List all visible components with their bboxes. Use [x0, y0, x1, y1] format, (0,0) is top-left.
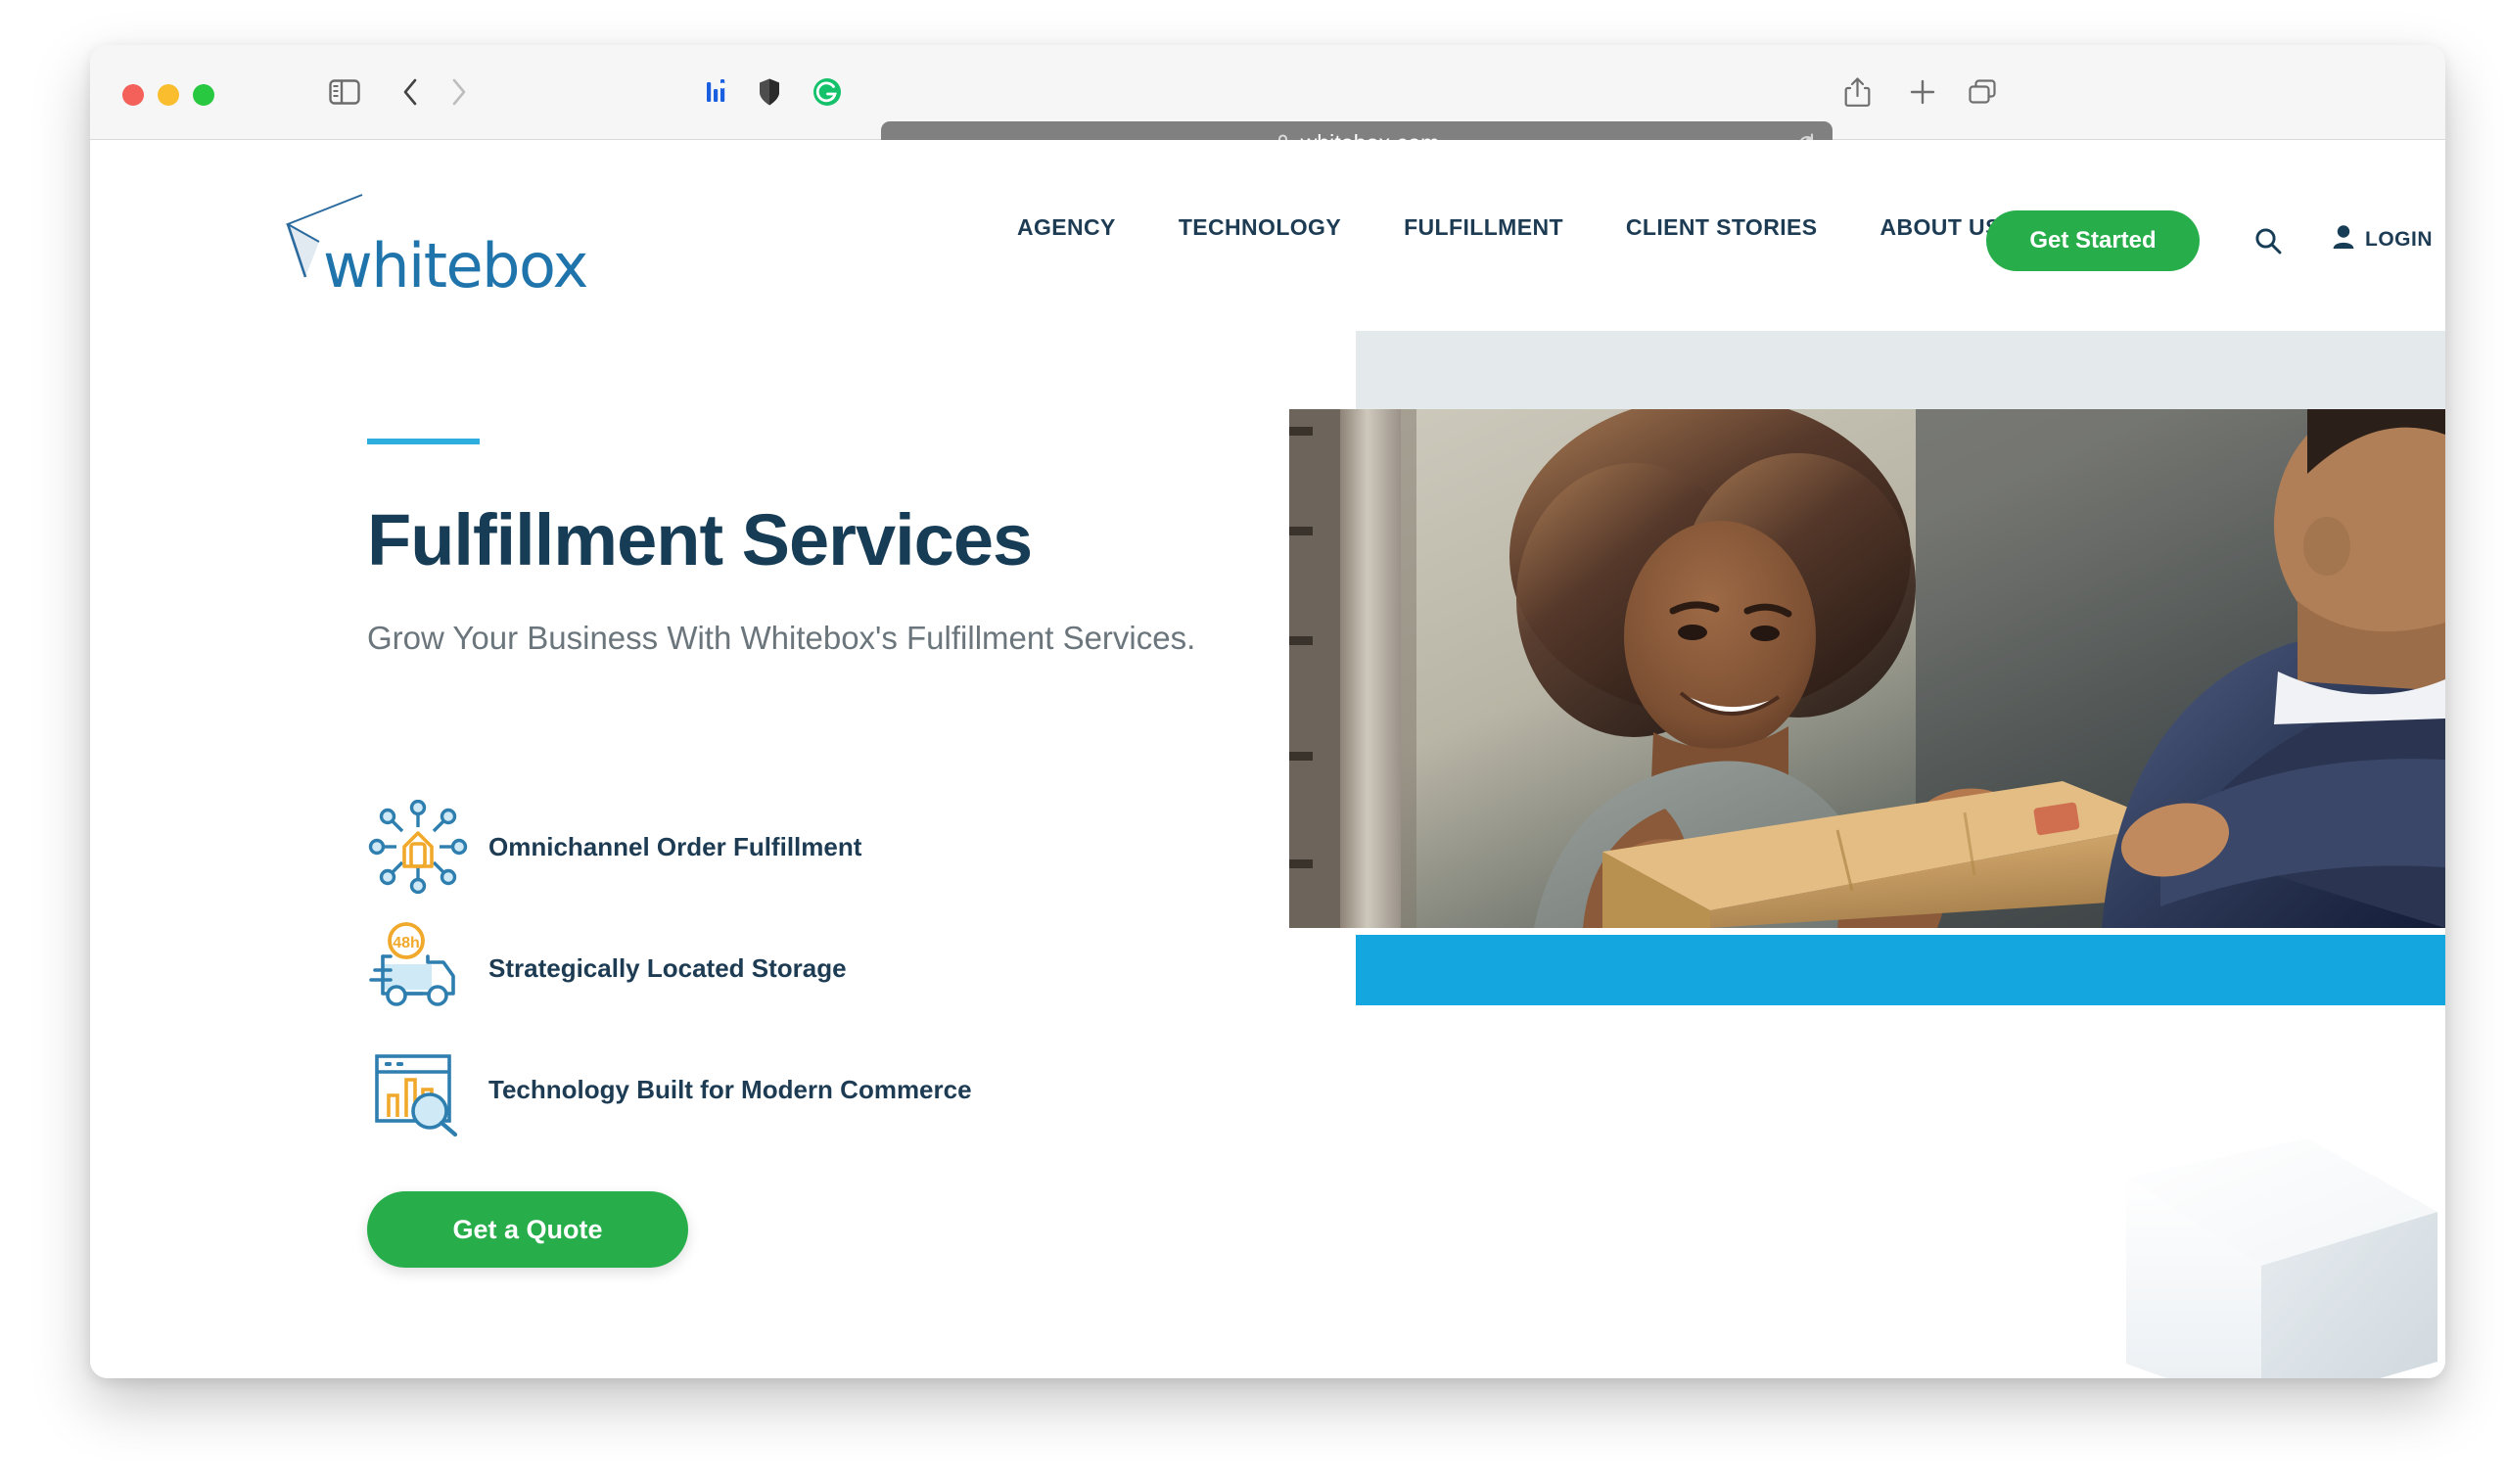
hero-photo [1289, 409, 2445, 928]
sidebar-toggle-icon[interactable] [329, 79, 360, 105]
maximize-window-button[interactable] [193, 84, 214, 106]
analytics-dashboard-icon [367, 1039, 485, 1140]
new-tab-icon[interactable] [1909, 78, 1936, 106]
close-window-button[interactable] [122, 84, 144, 106]
nav-item-technology[interactable]: TECHNOLOGY [1147, 214, 1372, 241]
tab-overview-icon[interactable] [1968, 78, 1997, 106]
feature-label: Omnichannel Order Fulfillment [488, 831, 862, 861]
shield-extension-icon[interactable] [758, 78, 781, 107]
site-logo[interactable]: whitebox [266, 191, 588, 301]
forward-arrow-icon[interactable] [448, 77, 468, 107]
page-title: Fulfillment Services [367, 499, 1033, 580]
back-arrow-icon[interactable] [401, 77, 421, 107]
feature-item-omnichannel: Omnichannel Order Fulfillment [367, 786, 1248, 907]
webpage-viewport: whitebox AGENCY TECHNOLOGY FULFILLMENT C… [90, 140, 2445, 1378]
omnichannel-network-icon [367, 796, 485, 898]
feature-list: Omnichannel Order Fulfillment 48h Strate… [367, 786, 1248, 1150]
feature-label: Strategically Located Storage [488, 952, 847, 983]
feature-label: Technology Built for Modern Commerce [488, 1074, 972, 1104]
feature-item-storage: 48h Strategically Located Storage [367, 907, 1248, 1029]
minimize-window-button[interactable] [158, 84, 179, 106]
main-navigation: AGENCY TECHNOLOGY FULFILLMENT CLIENT STO… [986, 214, 2032, 241]
nav-item-agency[interactable]: AGENCY [986, 214, 1147, 241]
truck-badge-text: 48h [393, 935, 420, 951]
login-link[interactable]: LOGIN [2332, 224, 2433, 255]
nav-item-client-stories[interactable]: CLIENT STORIES [1595, 214, 1849, 241]
user-icon [2332, 224, 2355, 255]
bar-chart-extension-icon[interactable] [705, 78, 730, 106]
feature-item-technology: Technology Built for Modern Commerce [367, 1029, 1248, 1150]
hero-blue-accent-bar [1356, 935, 2445, 1005]
browser-toolbar: whitebox.com [90, 45, 2445, 165]
window-traffic-lights [122, 84, 214, 106]
hero-accent-bar [367, 439, 480, 444]
get-started-button[interactable]: Get Started [1986, 210, 2200, 271]
nav-item-fulfillment[interactable]: FULFILLMENT [1372, 214, 1595, 241]
get-a-quote-button[interactable]: Get a Quote [367, 1191, 688, 1268]
share-icon[interactable] [1844, 76, 1871, 108]
logo-wordmark: whitebox [323, 230, 588, 301]
site-header: whitebox AGENCY TECHNOLOGY FULFILLMENT C… [90, 140, 2445, 331]
browser-window: whitebox.com [90, 45, 2445, 1378]
hero-subtitle: Grow Your Business With Whitebox's Fulfi… [367, 620, 1196, 656]
login-label: LOGIN [2365, 227, 2433, 251]
delivery-truck-48h-icon: 48h [367, 917, 485, 1019]
search-icon[interactable] [2253, 226, 2283, 260]
grammarly-extension-icon[interactable] [812, 77, 842, 107]
white-3d-cube-icon [2097, 1119, 2445, 1378]
